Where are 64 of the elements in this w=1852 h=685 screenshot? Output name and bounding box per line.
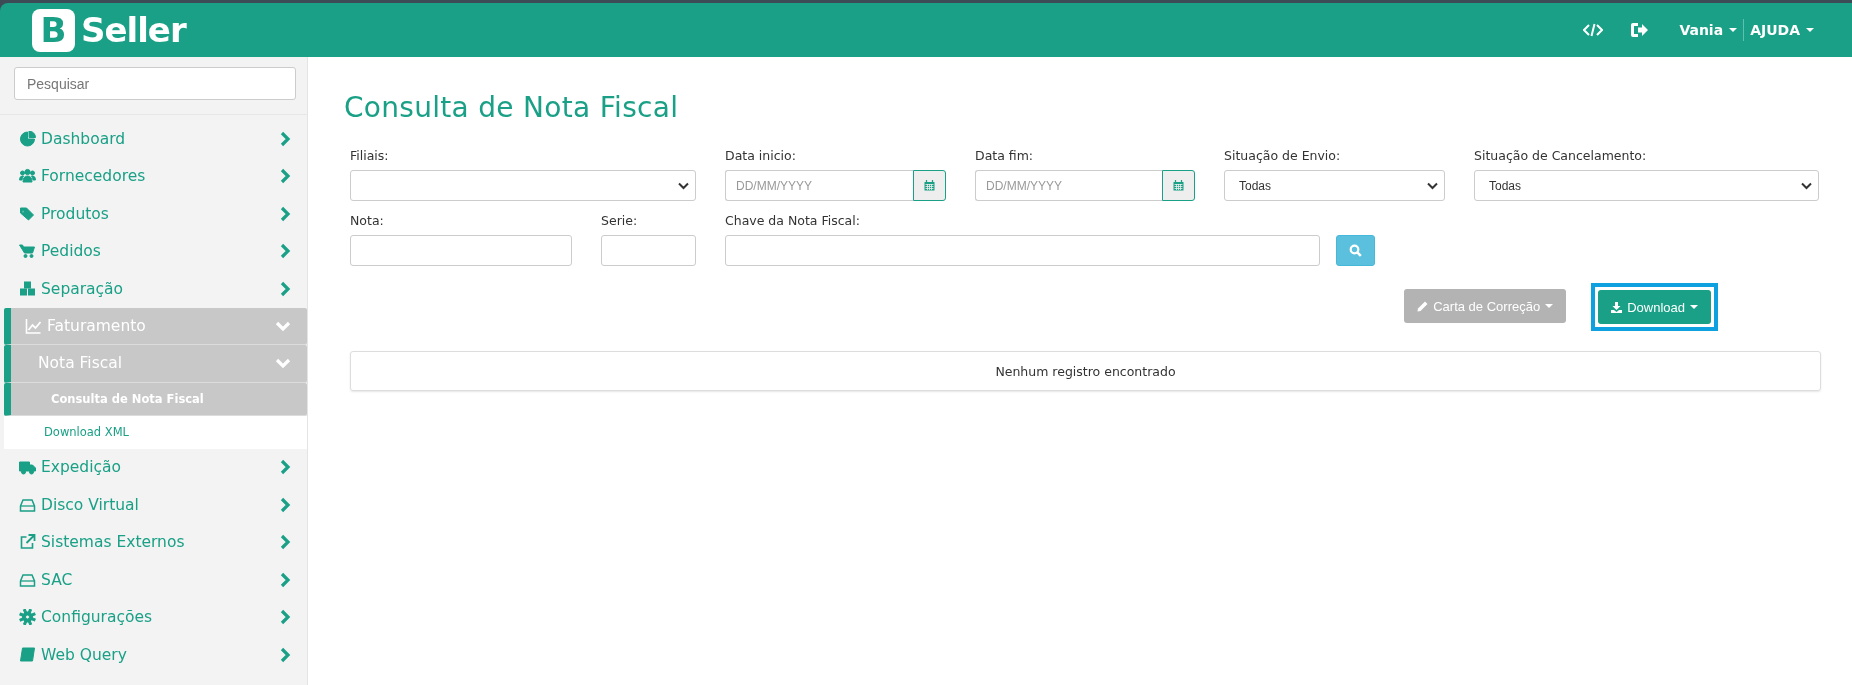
field-label: Situação de Envio: <box>1224 148 1342 163</box>
caret-icon <box>1729 28 1738 32</box>
code-icon[interactable] <box>1583 22 1604 38</box>
sidebar-item[interactable]: Separação <box>4 270 307 308</box>
sidebar-item[interactable]: Fornecedores <box>4 157 307 195</box>
pencil-icon <box>1417 300 1429 312</box>
pie-chart-icon <box>19 130 36 147</box>
calendar-button[interactable] <box>913 170 946 201</box>
drive-icon <box>19 496 36 513</box>
sign-out-icon[interactable] <box>1629 21 1650 39</box>
caret-icon <box>1690 305 1698 309</box>
sidebar-item[interactable]: Web Query <box>4 636 307 674</box>
date-field[interactable]: DD/MM/YYYY <box>975 170 1162 201</box>
chevron-down-icon <box>678 181 689 190</box>
sidebar-item[interactable]: Expedição <box>4 448 307 486</box>
users-icon <box>19 168 36 185</box>
download-icon <box>1611 301 1623 313</box>
tags-icon <box>19 205 36 222</box>
empty-table-message: Nenhum registro encontrado <box>350 351 1821 391</box>
chevron-down-icon <box>1801 181 1812 190</box>
sidebar-item[interactable]: Disco Virtual <box>4 486 307 524</box>
user-menu[interactable]: Vania <box>1675 22 1742 38</box>
field-label: Data fim: <box>975 148 1035 163</box>
chevron-down-icon <box>1427 181 1438 190</box>
line-chart-icon <box>25 317 42 334</box>
sidebar-item[interactable]: Sistemas Externos <box>4 523 307 561</box>
gear-icon <box>19 609 36 626</box>
drive-icon <box>19 571 36 588</box>
input-field[interactable] <box>350 235 572 266</box>
truck-icon <box>19 459 36 476</box>
sidebar-item[interactable]: SAC <box>4 561 307 599</box>
calendar-icon <box>1173 180 1184 191</box>
cubes-icon <box>19 280 36 297</box>
sidebar-item[interactable]: Configurações <box>4 598 307 636</box>
select-field[interactable]: Todas <box>1474 170 1819 201</box>
search-field[interactable]: Pesquisar <box>14 67 296 100</box>
field-label: Serie: <box>601 213 639 228</box>
caret-icon <box>1545 304 1554 308</box>
field-label: Filiais: <box>350 148 390 163</box>
date-field[interactable]: DD/MM/YYYY <box>725 170 913 201</box>
external-link-icon <box>19 534 36 551</box>
sidebar-item[interactable]: Pedidos <box>4 232 307 270</box>
input-field[interactable] <box>601 235 696 266</box>
field-label: Nota: <box>350 213 385 228</box>
select-field[interactable] <box>350 170 696 201</box>
caret-icon <box>1806 28 1814 32</box>
sidebar-item[interactable]: Dashboard <box>4 120 307 158</box>
logo-mark: B <box>32 8 75 52</box>
search-button[interactable] <box>1336 235 1375 266</box>
calendar-button[interactable] <box>1162 170 1195 201</box>
input-field[interactable] <box>725 235 1320 266</box>
sidebar-link[interactable]: Download XML <box>4 415 307 449</box>
calendar-icon <box>924 180 935 191</box>
field-label: Chave da Nota Fiscal: <box>725 213 861 228</box>
help-menu[interactable]: AJUDA <box>1746 22 1818 38</box>
page-title: Consulta de Nota Fiscal <box>344 91 680 124</box>
sidebar-item[interactable]: Produtos <box>4 195 307 233</box>
cart-icon <box>19 243 36 260</box>
search-icon <box>1349 244 1362 257</box>
field-label: Data inicio: <box>725 148 797 163</box>
field-label: Situação de Cancelamento: <box>1474 148 1648 163</box>
download-button[interactable]: Download <box>1598 290 1711 324</box>
logo-text: Seller <box>81 10 186 50</box>
select-field[interactable]: Todas <box>1224 170 1445 201</box>
